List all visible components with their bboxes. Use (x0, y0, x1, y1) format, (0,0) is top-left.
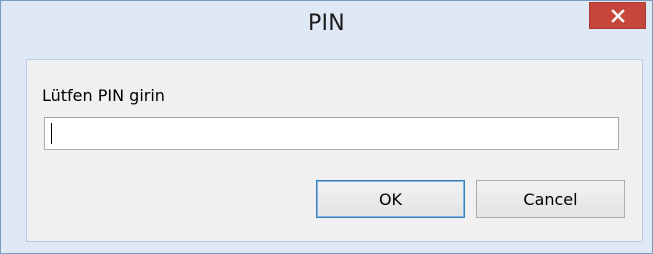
close-button[interactable] (589, 2, 646, 29)
cancel-button[interactable]: Cancel (476, 180, 625, 218)
pin-dialog-window: PIN Lütfen PIN girin OK Cancel (0, 0, 653, 254)
close-icon (610, 8, 625, 23)
pin-prompt-label: Lütfen PIN girin (42, 86, 165, 105)
text-caret (51, 123, 52, 144)
title-bar[interactable]: PIN (1, 1, 652, 50)
pin-input[interactable] (44, 117, 619, 150)
ok-button[interactable]: OK (316, 180, 465, 218)
window-title: PIN (307, 11, 346, 36)
dialog-body: Lütfen PIN girin OK Cancel (26, 59, 643, 242)
